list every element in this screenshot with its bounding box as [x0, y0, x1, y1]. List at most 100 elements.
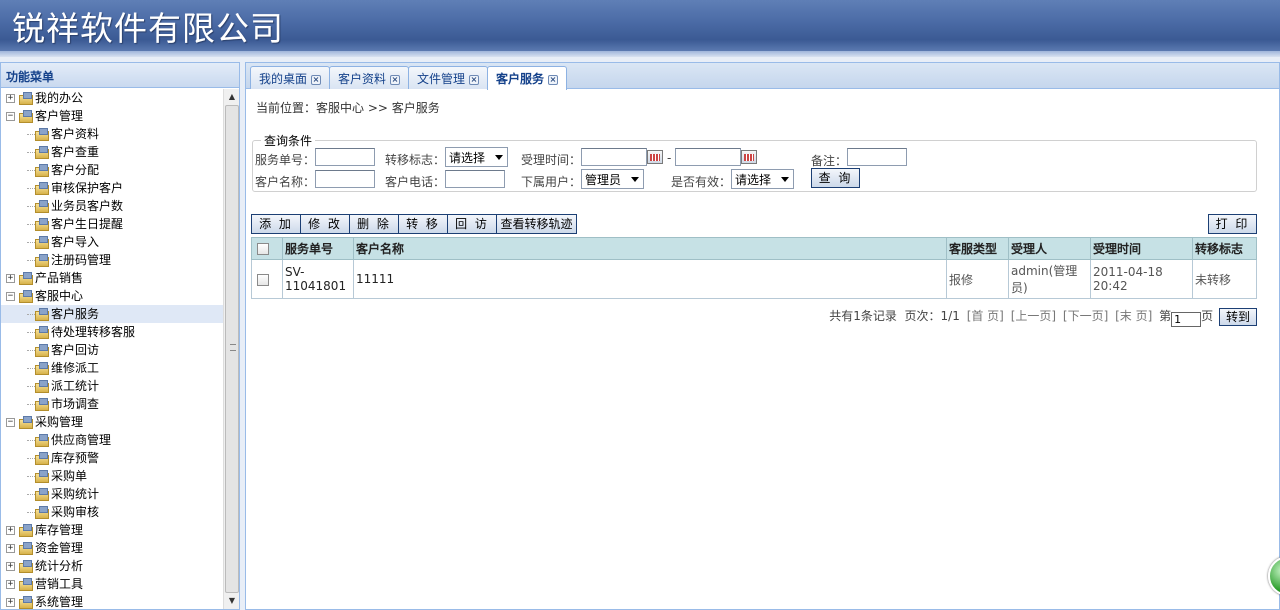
folder-icon	[35, 488, 49, 501]
sidebar-group[interactable]: + 系统管理	[1, 593, 223, 609]
row-checkbox[interactable]	[257, 273, 269, 286]
sidebar-group[interactable]: + 我的办公	[1, 89, 223, 107]
scroll-thumb[interactable]	[225, 105, 239, 593]
tab-customer-service[interactable]: 客户服务 ×	[487, 66, 568, 90]
column-header[interactable]: 转移标志	[1192, 237, 1257, 260]
sidebar-item[interactable]: 客户分配	[1, 161, 223, 179]
sidebar-group[interactable]: − 客户管理	[1, 107, 223, 125]
sidebar-item[interactable]: 注册码管理	[1, 251, 223, 269]
sidebar-group[interactable]: + 产品销售	[1, 269, 223, 287]
folder-icon	[19, 560, 33, 573]
expand-icon[interactable]: +	[6, 526, 15, 535]
sidebar-item-label: 注册码管理	[51, 253, 112, 267]
sidebar-item[interactable]: 客户导入	[1, 233, 223, 251]
sidebar-scrollbar[interactable]: ▲ ▼	[223, 89, 239, 609]
expand-icon[interactable]: +	[6, 562, 15, 571]
scroll-down-icon[interactable]: ▼	[224, 593, 240, 609]
sidebar-item[interactable]: 审核保护客户	[1, 179, 223, 197]
row-select-cell[interactable]	[251, 259, 283, 299]
sidebar-item[interactable]: 采购审核	[1, 503, 223, 521]
service-no-input[interactable]	[315, 148, 375, 166]
accept-time-start-input[interactable]	[581, 148, 647, 166]
search-button[interactable]: 查 询	[811, 168, 860, 188]
collapse-icon[interactable]: −	[6, 418, 15, 427]
close-icon[interactable]: ×	[469, 75, 480, 85]
prev-page-link[interactable]: [上一页]	[1011, 309, 1056, 323]
tree-connector	[27, 368, 35, 369]
sidebar-group[interactable]: − 采购管理	[1, 413, 223, 431]
revisit-button[interactable]: 回 访	[447, 214, 497, 234]
collapse-icon[interactable]: −	[6, 292, 15, 301]
close-icon[interactable]: ×	[548, 75, 559, 85]
column-header[interactable]: 客服类型	[946, 237, 1009, 260]
close-icon[interactable]: ×	[311, 75, 322, 85]
service-table: 服务单号 客户名称 客服类型 受理人 受理时间 转移标志 SV-11041801…	[251, 237, 1257, 299]
sidebar-item-label: 客户回访	[51, 343, 100, 357]
sidebar-item[interactable]: 客户回访	[1, 341, 223, 359]
sidebar-item[interactable]: 维修派工	[1, 359, 223, 377]
sidebar-group[interactable]: + 营销工具	[1, 575, 223, 593]
column-header[interactable]: 服务单号	[282, 237, 354, 260]
column-header[interactable]: 受理时间	[1090, 237, 1193, 260]
tree-connector	[27, 386, 35, 387]
tab-customer-info[interactable]: 客户资料 ×	[329, 66, 410, 89]
transfer-button[interactable]: 转 移	[398, 214, 448, 234]
tab-my-desktop[interactable]: 我的桌面 ×	[250, 66, 331, 89]
calendar-icon[interactable]	[741, 150, 757, 164]
sidebar-group[interactable]: + 资金管理	[1, 539, 223, 557]
transfer-flag-select[interactable]: 请选择	[445, 147, 508, 167]
expand-icon[interactable]: +	[6, 598, 15, 607]
column-header[interactable]: 受理人	[1008, 237, 1091, 260]
sub-user-select[interactable]: 管理员	[581, 169, 644, 189]
table-row[interactable]: SV-11041801 11111 报修 admin(管理员) 2011-04-…	[251, 259, 1257, 299]
sidebar-item[interactable]: 客户查重	[1, 143, 223, 161]
sidebar-item[interactable]: 库存预警	[1, 449, 223, 467]
add-button[interactable]: 添 加	[251, 214, 301, 234]
select-all-checkbox[interactable]	[257, 243, 269, 255]
folder-icon	[35, 308, 49, 321]
remark-input[interactable]	[847, 148, 907, 166]
sidebar-group[interactable]: + 统计分析	[1, 557, 223, 575]
last-page-link[interactable]: [末 页]	[1115, 309, 1152, 323]
expand-icon[interactable]: +	[6, 580, 15, 589]
sidebar-title: 功能菜单	[1, 63, 239, 88]
sidebar-item[interactable]: 业务员客户数	[1, 197, 223, 215]
print-button[interactable]: 打 印	[1208, 214, 1257, 234]
sidebar-item[interactable]: 客户生日提醒	[1, 215, 223, 233]
customer-name-input[interactable]	[315, 170, 375, 188]
select-all-cell[interactable]	[251, 237, 283, 260]
select-value: 请选择	[449, 151, 486, 165]
tab-file-management[interactable]: 文件管理 ×	[408, 66, 489, 89]
delete-button[interactable]: 删 除	[349, 214, 399, 234]
sidebar-group[interactable]: + 库存管理	[1, 521, 223, 539]
sidebar-item[interactable]: 客户资料	[1, 125, 223, 143]
sidebar-item[interactable]: 供应商管理	[1, 431, 223, 449]
sidebar-item[interactable]: 客户服务	[1, 305, 223, 323]
page-number-input[interactable]: 1	[1171, 312, 1202, 327]
valid-select[interactable]: 请选择	[731, 169, 794, 189]
close-icon[interactable]: ×	[390, 75, 401, 85]
sidebar-item[interactable]: 采购统计	[1, 485, 223, 503]
sidebar-group[interactable]: − 客服中心	[1, 287, 223, 305]
collapse-icon[interactable]: −	[6, 112, 15, 121]
edit-button[interactable]: 修 改	[300, 214, 350, 234]
sidebar-item[interactable]: 采购单	[1, 467, 223, 485]
next-page-link[interactable]: [下一页]	[1063, 309, 1108, 323]
view-transfer-track-button[interactable]: 查看转移轨迹	[496, 214, 577, 234]
sidebar-item[interactable]: 派工统计	[1, 377, 223, 395]
first-page-link[interactable]: [首 页]	[967, 309, 1004, 323]
calendar-icon[interactable]	[647, 150, 663, 164]
expand-icon[interactable]: +	[6, 274, 15, 283]
go-button[interactable]: 转到	[1218, 308, 1257, 326]
expand-icon[interactable]: +	[6, 94, 15, 103]
customer-name-label: 客户名称：	[255, 175, 316, 189]
customer-phone-input[interactable]	[445, 170, 505, 188]
sidebar-item[interactable]: 待处理转移客服	[1, 323, 223, 341]
column-header[interactable]: 客户名称	[353, 237, 947, 260]
expand-icon[interactable]: +	[6, 544, 15, 553]
scroll-up-icon[interactable]: ▲	[224, 89, 240, 105]
sidebar-item[interactable]: 市场调查	[1, 395, 223, 413]
cell-customer-name[interactable]: 11111	[353, 259, 947, 299]
cell-service-no[interactable]: SV-11041801	[282, 259, 354, 299]
accept-time-end-input[interactable]	[675, 148, 741, 166]
